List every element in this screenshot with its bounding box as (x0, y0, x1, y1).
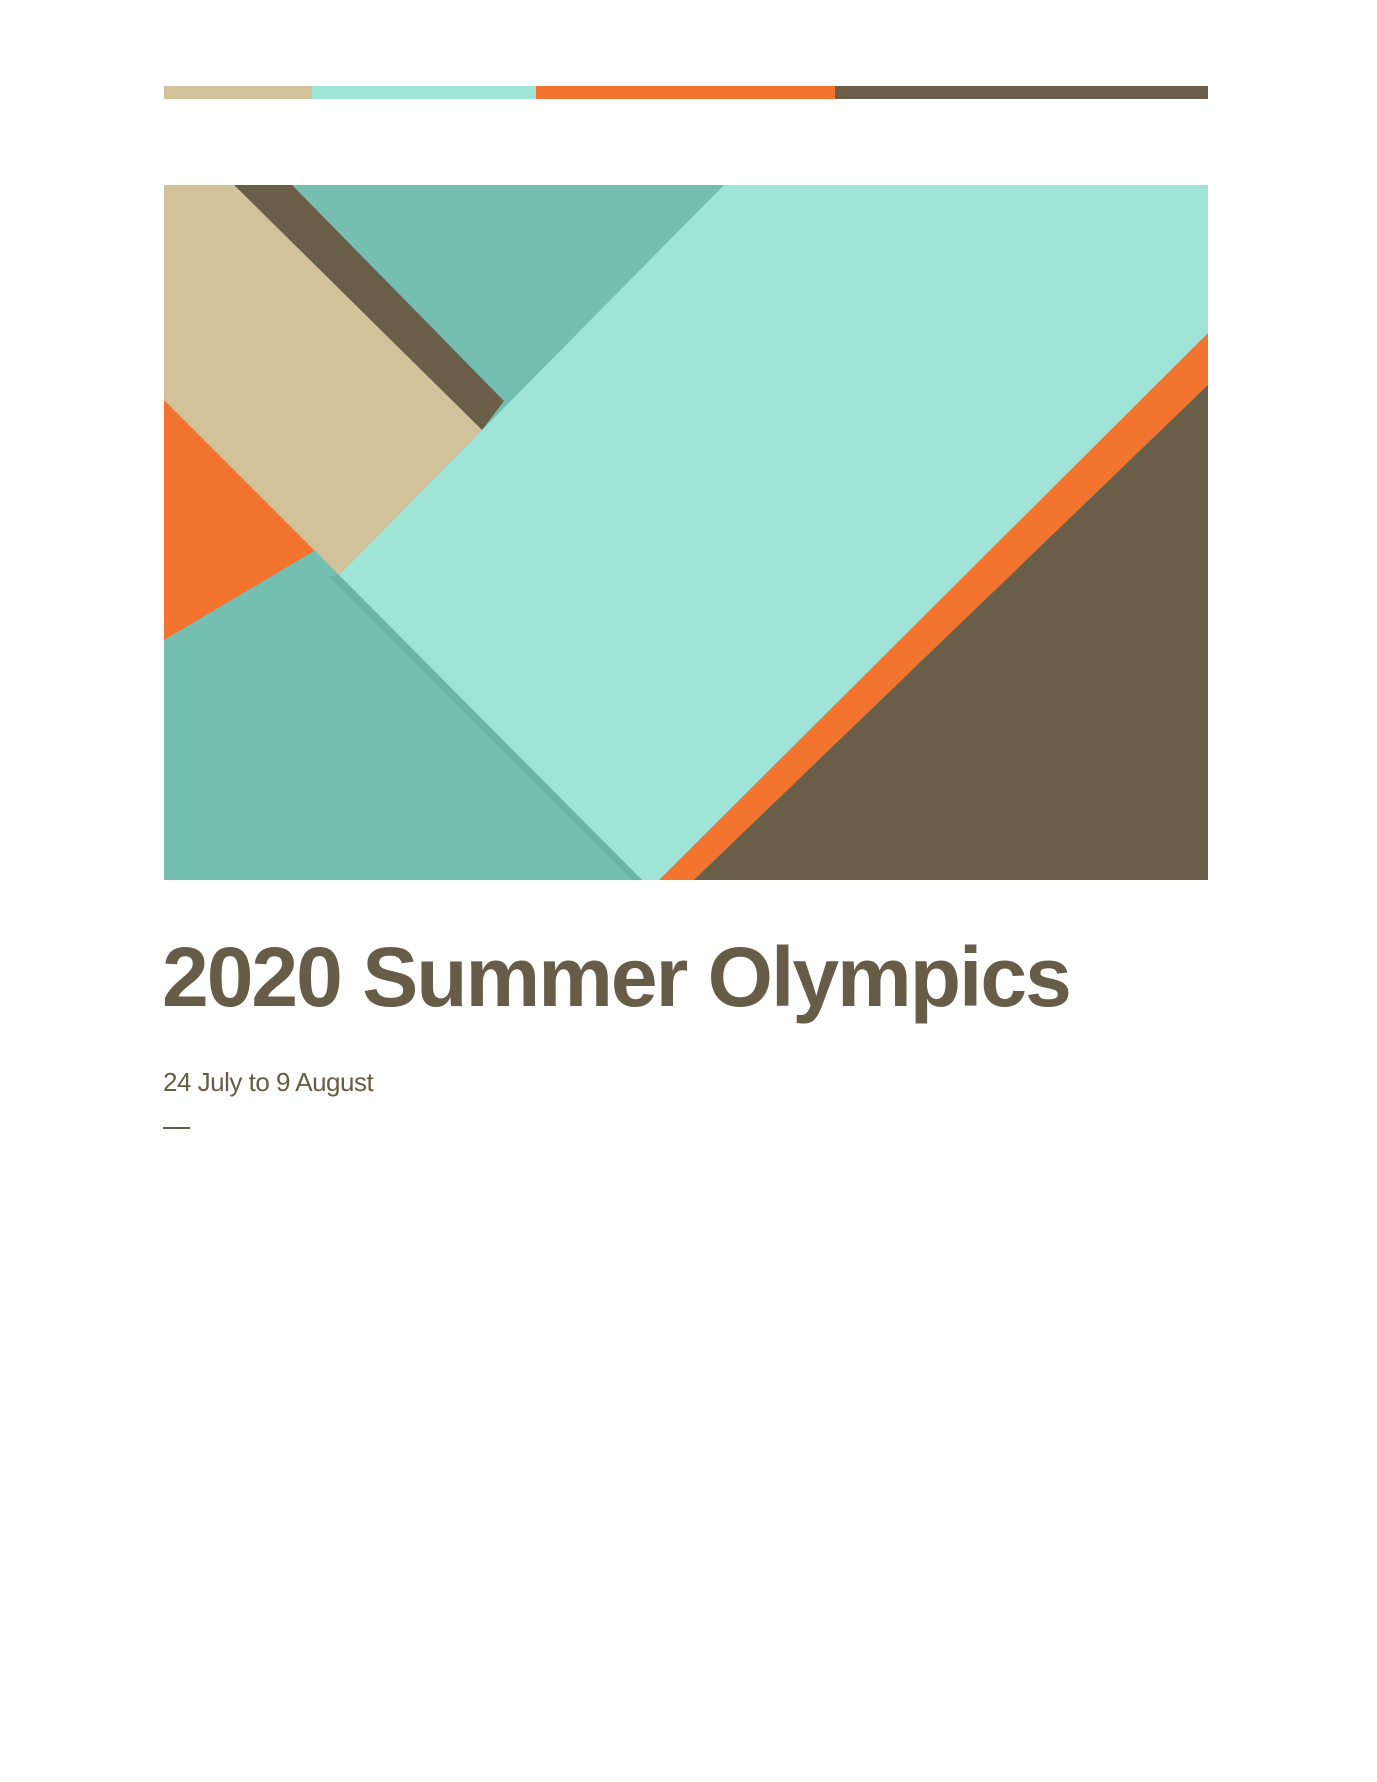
page-subtitle: 24 July to 9 August (163, 1067, 374, 1097)
page-title: 2020 Summer Olympics (162, 930, 1072, 1024)
color-bar-segment-tan (164, 86, 313, 99)
title-divider (163, 1127, 190, 1129)
abstract-geometric-art (164, 185, 1208, 880)
color-bar-segment-orange (535, 86, 836, 99)
color-bar-segment-brown (835, 86, 1208, 99)
header-color-bar (164, 86, 1208, 99)
cover-image (164, 185, 1208, 880)
color-bar-segment-mint (312, 86, 536, 99)
